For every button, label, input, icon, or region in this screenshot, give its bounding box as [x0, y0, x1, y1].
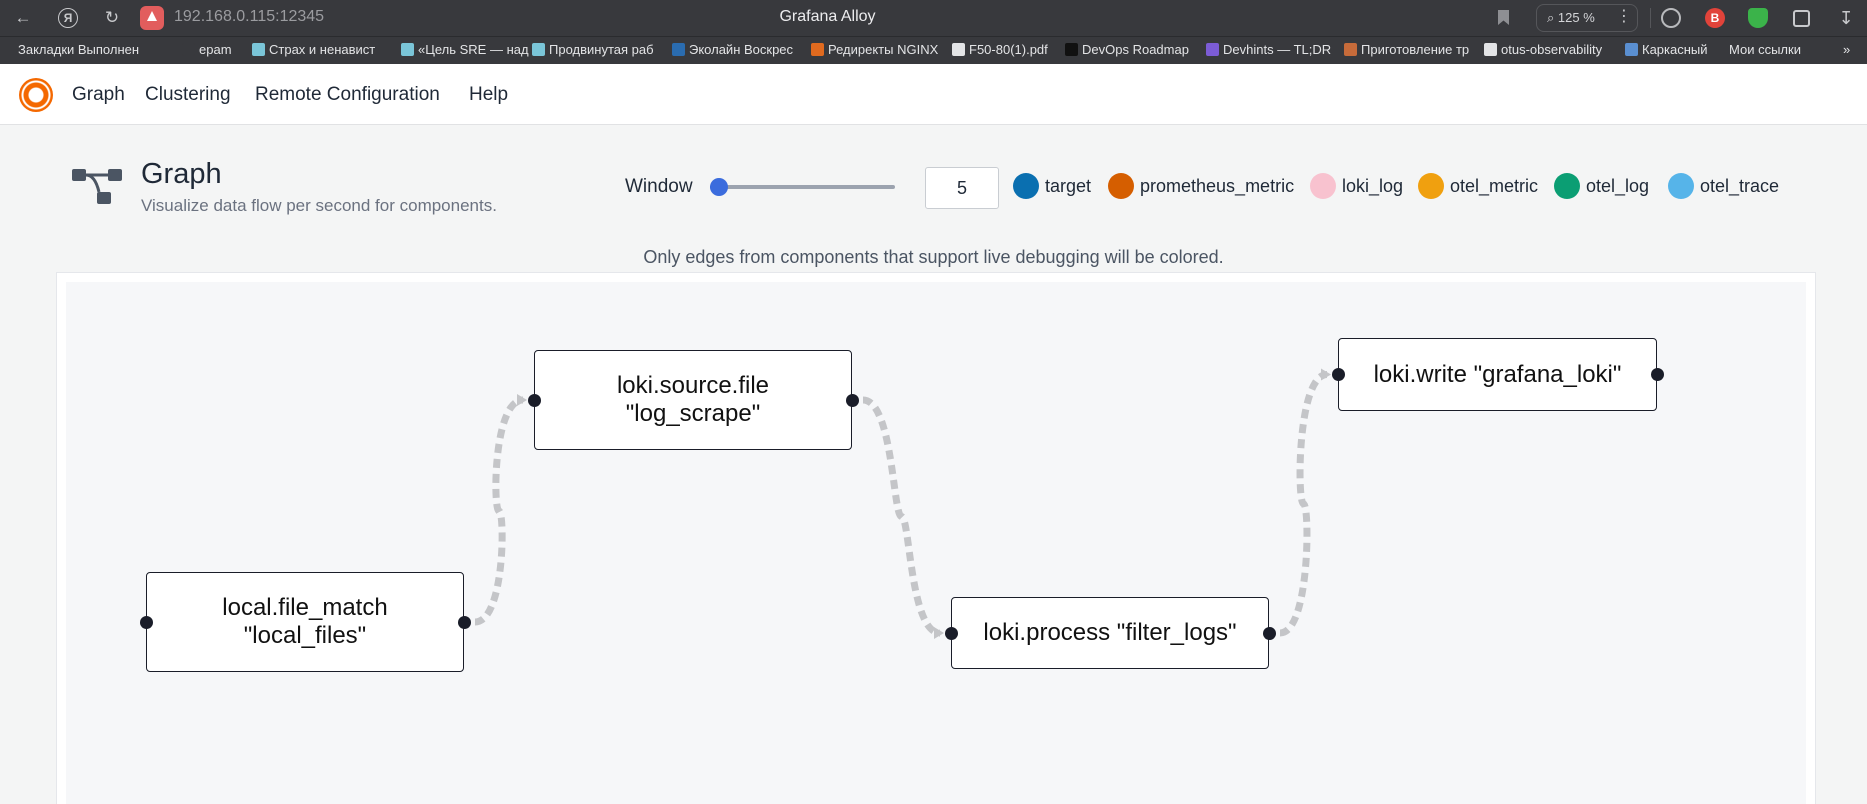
bookmark-item[interactable]: Закладки Выполнен: [18, 42, 139, 57]
bookmark-favicon-icon: [1065, 43, 1078, 56]
node-label: local.file_match "local_files": [222, 594, 388, 649]
bookmark-item[interactable]: DevOps Roadmap: [1065, 42, 1189, 57]
bookmark-label: epam: [199, 42, 232, 57]
grafana-alloy-logo[interactable]: [19, 78, 53, 112]
legend-label: loki_log: [1342, 176, 1404, 196]
browser-titlebar: ← Я ↻ 192.168.0.115:12345 Grafana Alloy …: [0, 0, 1867, 36]
bookmark-item[interactable]: otus-observability: [1484, 42, 1602, 57]
window-slider-thumb[interactable]: [710, 178, 729, 196]
legend-swatch: [1668, 173, 1694, 199]
node-loki-write[interactable]: loki.write "grafana_loki": [1332, 338, 1664, 411]
bookmark-item[interactable]: Редиректы NGINX: [811, 42, 938, 57]
legend-label: otel_log: [1586, 176, 1650, 196]
bookmarks-bar: Закладки Выполнен epam Страх и ненавист «Це…: [0, 36, 1867, 64]
bookmark-favicon-icon: [1344, 43, 1357, 56]
output-handle[interactable]: [846, 393, 859, 407]
bookmark-item[interactable]: Эколайн Воскрес: [672, 42, 793, 57]
extension-b-icon[interactable]: B: [1705, 8, 1725, 28]
legend-label: prometheus_metric: [1140, 176, 1295, 196]
zoom-icon: ⌕: [1547, 10, 1555, 25]
node-loki-process[interactable]: loki.process "filter_logs": [945, 597, 1276, 669]
bookmark-item[interactable]: epam: [182, 42, 232, 57]
bookmark-label: Каркасный: [1642, 42, 1708, 57]
bookmark-label: Продвинутая раб: [549, 42, 654, 57]
bookmark-favicon-icon: [952, 43, 965, 56]
output-handle[interactable]: [458, 615, 471, 629]
input-handle[interactable]: [945, 626, 958, 640]
download-icon[interactable]: ↧: [1836, 8, 1856, 28]
node-label: loki.source.file "log_scrape": [616, 372, 770, 427]
page-title: Grafana Alloy: [779, 8, 876, 25]
zoom-value: 125 %: [1557, 10, 1595, 25]
nav-clustering[interactable]: Clustering: [145, 84, 231, 106]
bookmark-label: Приготовление тр: [1361, 42, 1470, 57]
bookmark-favicon-icon: [182, 43, 195, 56]
bookmark-label: Редиректы NGINX: [828, 42, 939, 57]
bookmark-label: DevOps Roadmap: [1082, 42, 1189, 57]
input-handle[interactable]: [528, 393, 541, 407]
bookmark-item[interactable]: Devhints — TL;DR: [1206, 42, 1331, 57]
node-loki-source-file[interactable]: loki.source.file "log_scrape": [528, 350, 859, 450]
legend-swatch: [1310, 173, 1336, 199]
bookmark-favicon-icon: [401, 43, 414, 56]
output-handle[interactable]: [1651, 368, 1664, 381]
nav-graph[interactable]: Graph: [72, 84, 125, 106]
bookmark-label: Devhints — TL;DR: [1223, 42, 1332, 57]
bookmark-label: otus-observability: [1501, 42, 1603, 57]
bookmark-favicon-icon: [252, 43, 265, 56]
bookmark-favicon-icon: [672, 43, 685, 56]
live-debug-note: Only edges from components that support …: [643, 247, 1224, 267]
bookmark-favicon-icon: [1206, 43, 1219, 56]
bookmark-favicon-icon: [532, 43, 545, 56]
page-heading: Graph: [141, 158, 222, 190]
bookmark-item[interactable]: «Цель SRE — над: [401, 42, 529, 57]
more-icon[interactable]: ⋮: [1616, 6, 1632, 26]
bookmark-favicon-icon: [1484, 43, 1497, 56]
nav-help[interactable]: Help: [469, 84, 508, 106]
globe-icon[interactable]: [1661, 8, 1681, 28]
bookmarks-overflow-icon[interactable]: »: [1843, 42, 1850, 57]
legend-label: otel_metric: [1450, 176, 1539, 196]
output-handle[interactable]: [1263, 626, 1276, 640]
bookmark-label: Мои ссылки: [1729, 42, 1801, 57]
bookmark-item[interactable]: Каркасный: [1625, 42, 1708, 57]
legend-label: target: [1045, 176, 1092, 196]
legend-label: otel_trace: [1700, 176, 1780, 196]
legend-swatch: [1108, 173, 1134, 199]
bookmark-favicon-icon: [811, 43, 824, 56]
bookmark-item[interactable]: Продвинутая раб: [532, 42, 654, 57]
bookmark-label: Закладки Выполнен: [18, 42, 140, 57]
input-handle[interactable]: [1332, 368, 1345, 381]
node-local-file-match[interactable]: local.file_match "local_files": [140, 572, 471, 672]
shield-icon[interactable]: [1748, 8, 1768, 28]
bookmark-label: Страх и ненавист: [269, 42, 376, 57]
legend-swatch: [1554, 173, 1580, 199]
input-handle[interactable]: [140, 615, 153, 629]
bookmark-item[interactable]: F50-80(1).pdf: [952, 42, 1048, 57]
bookmark-label: Эколайн Воскрес: [689, 42, 794, 57]
toolbar-divider: [1650, 8, 1651, 28]
bookmark-item[interactable]: Мои ссылки: [1729, 42, 1801, 57]
window-slider-track[interactable]: [710, 185, 895, 189]
window-value-input[interactable]: [925, 167, 999, 209]
legend-swatch: [1013, 173, 1039, 199]
bookmark-favicon-icon: [1625, 43, 1638, 56]
nav-remote-configuration[interactable]: Remote Configuration: [255, 84, 440, 106]
bookmark-item[interactable]: Страх и ненавист: [252, 42, 375, 57]
legend-swatch: [1418, 173, 1444, 199]
extensions-icon[interactable]: [1793, 10, 1810, 27]
bookmark-label: «Цель SRE — над: [418, 42, 529, 57]
page-subtitle: Visualize data flow per second for compo…: [141, 196, 497, 215]
app-navbar: Graph Clustering Remote Configuration He…: [0, 64, 1867, 125]
node-label: loki.write "grafana_loki": [1373, 360, 1622, 388]
node-label: loki.process "filter_logs": [983, 619, 1237, 646]
window-label: Window: [625, 176, 693, 197]
bookmark-label: F50-80(1).pdf: [969, 42, 1048, 57]
graph-icon: [72, 169, 122, 204]
bookmark-item[interactable]: Приготовление тр: [1344, 42, 1469, 57]
